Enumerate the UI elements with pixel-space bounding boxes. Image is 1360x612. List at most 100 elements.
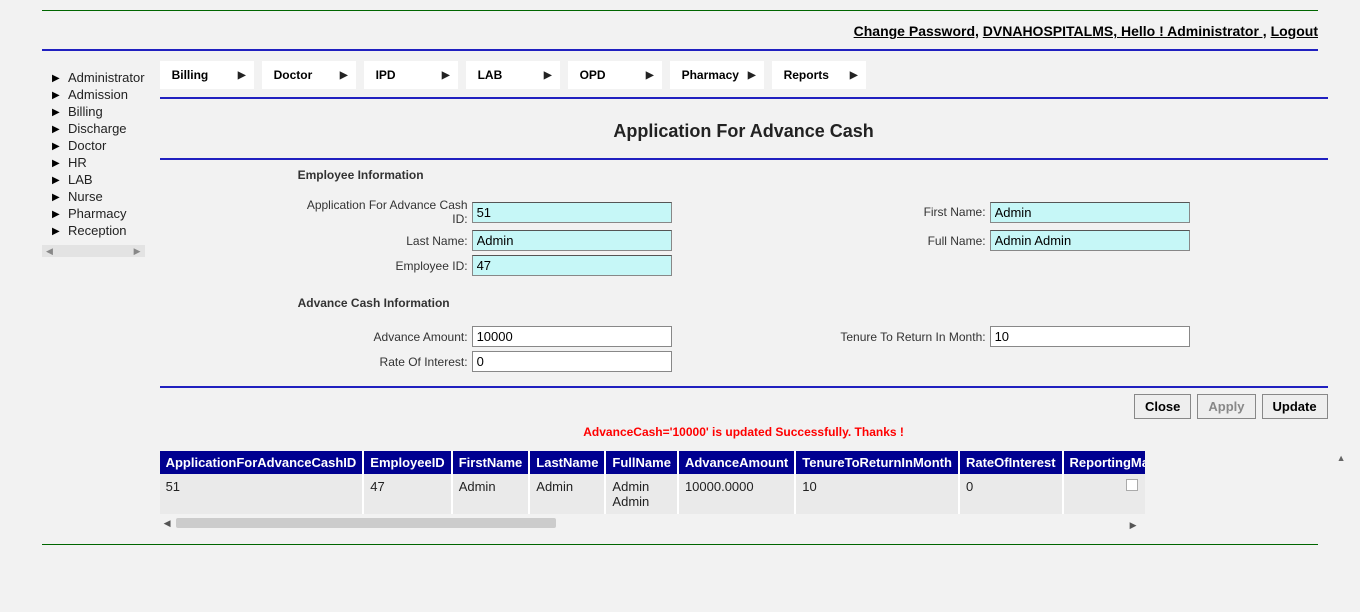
sidebar-item-label: Pharmacy: [68, 206, 127, 221]
change-password-link[interactable]: Change Password,: [854, 23, 979, 39]
input-advance-amount[interactable]: [472, 326, 672, 347]
input-last-name[interactable]: [472, 230, 672, 251]
chevron-right-icon: ▶: [52, 141, 60, 152]
chevron-right-icon: ▶: [52, 124, 60, 135]
scroll-right-icon: ▶: [1126, 520, 1141, 530]
th-rate[interactable]: RateOfInterest: [959, 451, 1063, 474]
sidebar-item-label: Billing: [68, 104, 103, 119]
th-tenure[interactable]: TenureToReturnInMonth: [795, 451, 959, 474]
menu-label: Billing: [172, 68, 209, 82]
logout-link[interactable]: Logout: [1271, 23, 1318, 39]
menu-ipd[interactable]: IPD ▶: [364, 61, 458, 89]
sidebar-item-billing[interactable]: ▶ Billing: [42, 103, 145, 120]
apply-button[interactable]: Apply: [1197, 394, 1255, 419]
menu-opd[interactable]: OPD ▶: [568, 61, 662, 89]
chevron-right-icon: ▶: [52, 192, 60, 203]
chevron-right-icon: ▶: [238, 70, 246, 81]
sidebar: ▶ Administrator ▶ Admission ▶ Billing ▶ Disc…: [42, 57, 145, 530]
label-full-name: Full Name:: [818, 234, 986, 248]
top-menu: Billing ▶ Doctor▶ IPD ▶ LAB▶ OPD ▶ Pharmacy…: [160, 61, 1328, 97]
cell-advance-amount: 10000.0000: [678, 474, 795, 514]
section-employee-info: Employee Information: [298, 160, 1190, 198]
sidebar-item-pharmacy[interactable]: ▶ Pharmacy: [42, 205, 145, 222]
chevron-right-icon: ▶: [52, 158, 60, 169]
th-advance-amount[interactable]: AdvanceAmount: [678, 451, 795, 474]
sidebar-item-lab[interactable]: ▶LAB: [42, 171, 145, 188]
checkbox-icon[interactable]: [1126, 479, 1138, 491]
menu-doctor[interactable]: Doctor▶: [262, 61, 356, 89]
th-app-id[interactable]: ApplicationForAdvanceCashID: [160, 451, 364, 474]
cell-last-name: Admin: [529, 474, 605, 514]
cell-app-id: 51: [160, 474, 364, 514]
label-last-name: Last Name:: [298, 234, 468, 248]
menu-label: Pharmacy: [682, 68, 739, 82]
input-full-name[interactable]: [990, 230, 1190, 251]
sidebar-scrollbar[interactable]: ◀▶: [42, 245, 145, 257]
table-row[interactable]: 51 47 Admin Admin Admin Admin 10000.0000…: [160, 474, 1145, 514]
sidebar-item-label: Discharge: [68, 121, 127, 136]
th-first-name[interactable]: FirstName: [452, 451, 530, 474]
input-app-id[interactable]: [472, 202, 672, 223]
sidebar-item-discharge[interactable]: ▶ Discharge: [42, 120, 145, 137]
page-title: Application For Advance Cash: [160, 117, 1328, 158]
close-button[interactable]: Close: [1134, 394, 1191, 419]
sidebar-item-nurse[interactable]: ▶ Nurse: [42, 188, 145, 205]
chevron-right-icon: ▶: [340, 70, 348, 81]
chevron-right-icon: ▶: [52, 107, 60, 118]
cell-first-name: Admin: [452, 474, 530, 514]
menu-label: OPD: [580, 68, 606, 82]
scroll-left-icon: ◀: [160, 518, 175, 529]
input-tenure[interactable]: [990, 326, 1190, 347]
scroll-up-icon[interactable]: ▲: [1337, 453, 1346, 463]
brand-user-link[interactable]: DVNAHOSPITALMS, Hello ! Administrator ,: [983, 23, 1267, 39]
scroll-right-icon: ▶: [134, 246, 141, 257]
sidebar-item-administrator[interactable]: ▶ Administrator: [42, 69, 145, 86]
sidebar-item-label: Reception: [68, 223, 127, 238]
label-advance-amount: Advance Amount:: [298, 330, 468, 344]
chevron-right-icon: ▶: [442, 70, 450, 81]
sidebar-item-label: Administrator: [68, 70, 145, 85]
input-rate[interactable]: [472, 351, 672, 372]
cell-full-name: Admin Admin: [605, 474, 678, 514]
horizontal-scrollbar[interactable]: ◀ ▶: [160, 516, 1145, 530]
action-bar: Close Apply Update: [160, 388, 1328, 425]
chevron-right-icon: ▶: [52, 73, 60, 84]
sidebar-item-label: Admission: [68, 87, 128, 102]
sidebar-item-label: Doctor: [68, 138, 106, 153]
label-rate: Rate Of Interest:: [298, 355, 468, 369]
chevron-right-icon: ▶: [748, 70, 756, 81]
status-message: AdvanceCash='10000' is updated Successfu…: [160, 425, 1328, 451]
label-app-id: Application For Advance Cash ID:: [298, 198, 468, 226]
top-bar: Change Password, DVNAHOSPITALMS, Hello !…: [42, 11, 1318, 49]
menu-label: IPD: [376, 68, 396, 82]
cell-tenure: 10: [795, 474, 959, 514]
chevron-right-icon: ▶: [646, 70, 654, 81]
menu-reports[interactable]: Reports ▶: [772, 61, 866, 89]
sidebar-item-hr[interactable]: ▶HR: [42, 154, 145, 171]
label-employee-id: Employee ID:: [298, 259, 468, 273]
chevron-right-icon: ▶: [52, 90, 60, 101]
update-button[interactable]: Update: [1262, 394, 1328, 419]
input-first-name[interactable]: [990, 202, 1190, 223]
th-employee-id[interactable]: EmployeeID: [363, 451, 451, 474]
chevron-right-icon: ▶: [52, 175, 60, 186]
chevron-right-icon: ▶: [850, 70, 858, 81]
menu-lab[interactable]: LAB▶: [466, 61, 560, 89]
chevron-right-icon: ▶: [52, 209, 60, 220]
sidebar-item-reception[interactable]: ▶Reception: [42, 222, 145, 239]
label-tenure: Tenure To Return In Month:: [818, 330, 986, 344]
sidebar-item-label: Nurse: [68, 189, 103, 204]
label-first-name: First Name:: [818, 205, 986, 219]
sidebar-item-doctor[interactable]: ▶ Doctor: [42, 137, 145, 154]
cell-reporting-manager: [1063, 474, 1145, 514]
th-full-name[interactable]: FullName: [605, 451, 678, 474]
sidebar-item-admission[interactable]: ▶ Admission: [42, 86, 145, 103]
input-employee-id[interactable]: [472, 255, 672, 276]
menu-label: Reports: [784, 68, 829, 82]
th-last-name[interactable]: LastName: [529, 451, 605, 474]
data-grid: ApplicationForAdvanceCashID EmployeeID F…: [160, 451, 1328, 530]
th-reporting-manager[interactable]: ReportingManagerA: [1063, 451, 1145, 474]
menu-pharmacy[interactable]: Pharmacy ▶: [670, 61, 764, 89]
scrollbar-thumb[interactable]: [176, 518, 556, 528]
menu-billing[interactable]: Billing ▶: [160, 61, 254, 89]
